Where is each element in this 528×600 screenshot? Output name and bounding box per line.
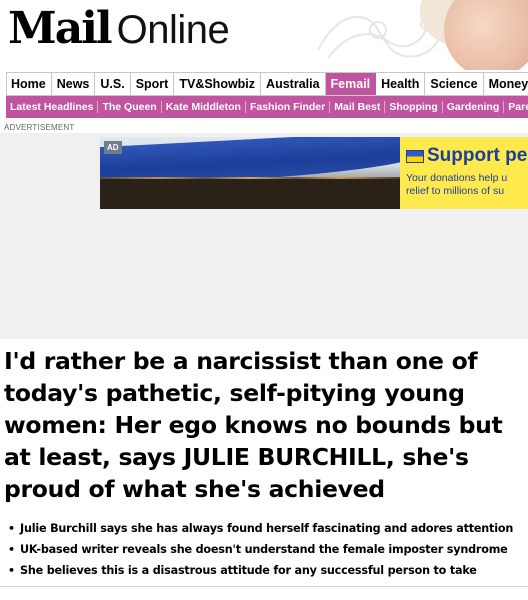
nav-item-money[interactable]: Money: [484, 73, 528, 95]
advertisement-label: ADVERTISEMENT: [4, 123, 75, 132]
divider: [0, 586, 528, 587]
ad-copy: Support pe Your donations help u relief …: [400, 137, 528, 209]
nav-item-femail[interactable]: Femail: [325, 73, 377, 95]
summary-bullet: UK-based writer reveals she doesn't unde…: [8, 539, 528, 560]
subnav-item-parenting[interactable]: Parenting: [504, 101, 528, 113]
model-face-graphic: [444, 0, 528, 70]
subnav-item-the-queen[interactable]: The Queen: [98, 101, 162, 113]
subnav-item-shopping[interactable]: Shopping: [385, 101, 443, 113]
logo-online-text: Online: [116, 8, 230, 52]
nav-item-tv-showbiz[interactable]: TV&Showbiz: [174, 73, 262, 95]
nav-item-australia[interactable]: Australia: [261, 73, 326, 95]
subnav-item-kate-middleton[interactable]: Kate Middleton: [162, 101, 246, 113]
femail-subnav: Latest Headlines The Queen Kate Middleton F…: [6, 96, 528, 118]
primary-nav: Home News U.S. Sport TV&Showbiz Australia Fema…: [6, 72, 528, 96]
ad-headline-text: Support pe: [427, 145, 528, 166]
masthead: Mail Online: [0, 0, 528, 70]
nav-item-news[interactable]: News: [52, 73, 96, 95]
ad-badge: AD: [104, 141, 122, 154]
summary-bullet: Julie Burchill says she has always found…: [8, 518, 528, 539]
ad-body-line-1: Your donations help u: [406, 172, 508, 184]
summary-bullet: She believes this is a disastrous attitu…: [8, 560, 528, 581]
nav-item-u-s[interactable]: U.S.: [95, 73, 131, 95]
ukraine-flag-icon: [406, 149, 424, 163]
article-summary-bullets: Julie Burchill says she has always found…: [8, 518, 528, 581]
mailonline-logo[interactable]: Mail Online: [8, 2, 230, 56]
ad-banner[interactable]: AD Support pe Your donations help u reli…: [100, 137, 528, 209]
subnav-item-fashion-finder[interactable]: Fashion Finder: [246, 101, 331, 113]
subnav-item-latest-headlines[interactable]: Latest Headlines: [6, 101, 99, 113]
ad-crowd-graphic: [100, 179, 400, 209]
nav-item-health[interactable]: Health: [376, 73, 426, 95]
subnav-item-mail-best[interactable]: Mail Best: [330, 101, 386, 113]
nav-item-sport[interactable]: Sport: [131, 73, 175, 95]
ad-headline: Support pe: [406, 145, 528, 167]
subnav-item-gardening[interactable]: Gardening: [443, 101, 505, 113]
article-headline: I'd rather be a narcissist than one of t…: [4, 347, 503, 503]
nav-item-science[interactable]: Science: [425, 73, 484, 95]
nav-item-home[interactable]: Home: [7, 73, 52, 95]
ad-protest-image: AD: [100, 137, 400, 209]
logo-mail-text: Mail: [8, 3, 113, 54]
ad-body-line-2: relief to millions of su: [406, 185, 505, 197]
advertisement-slot: AD Support pe Your donations help u reli…: [0, 133, 528, 339]
